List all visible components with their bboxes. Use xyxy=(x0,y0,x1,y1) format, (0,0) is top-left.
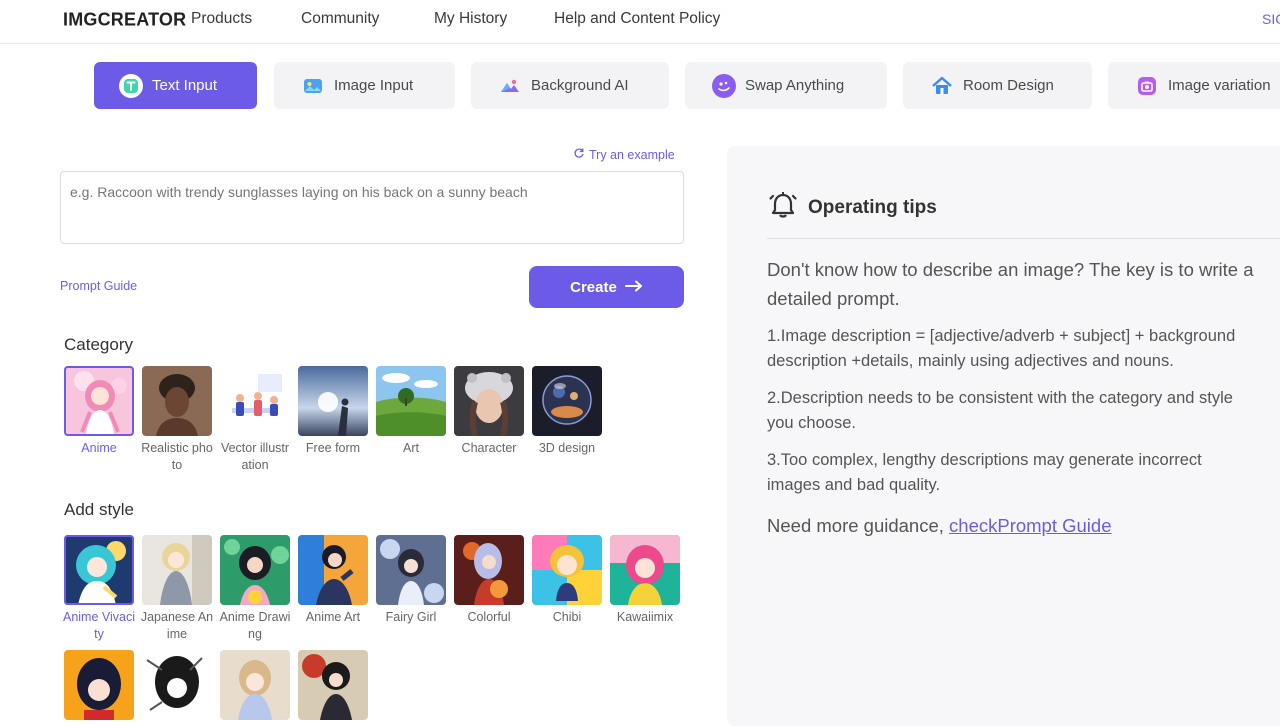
tab-label: Text Input xyxy=(152,77,218,94)
camera-icon xyxy=(1135,74,1159,98)
arrow-right-icon xyxy=(624,279,643,296)
style-thumb[interactable] xyxy=(142,650,212,720)
tip-line: images and bad quality. xyxy=(767,476,941,494)
style-thumb[interactable] xyxy=(298,650,368,720)
style-label: Anime Drawing xyxy=(219,610,291,641)
prompt-input[interactable] xyxy=(60,171,684,244)
create-button[interactable]: Create xyxy=(529,266,684,308)
tips-intro-line: detailed prompt. xyxy=(767,288,900,309)
nav-my-history[interactable]: My History xyxy=(434,10,507,28)
tab-image-variation[interactable]: Image variation xyxy=(1108,62,1280,109)
category-label: Art xyxy=(403,441,419,455)
style-label: Anime Vivacity xyxy=(62,610,136,641)
check-prompt-guide-link[interactable]: checkPrompt Guide xyxy=(949,515,1111,536)
more-guidance-text: Need more guidance, xyxy=(767,515,950,536)
tab-label: Background AI xyxy=(531,77,629,94)
style-anime-drawing-thumb[interactable] xyxy=(220,535,290,605)
style-thumb[interactable] xyxy=(64,650,134,720)
tip-1: 1.Image description = [adjective/adverb … xyxy=(767,324,1235,374)
style-label: Fairy Girl xyxy=(385,610,437,624)
category-label: 3D design xyxy=(538,441,596,455)
category-art-thumb[interactable] xyxy=(376,366,446,436)
tips-intro-line: Don't know how to describe an image? The… xyxy=(767,259,1254,280)
nav-help-policy[interactable]: Help and Content Policy xyxy=(554,10,720,28)
tab-image-input[interactable]: Image Input xyxy=(274,62,455,109)
tip-line: 2.Description needs to be consistent wit… xyxy=(767,389,1233,407)
more-guidance: Need more guidance, checkPrompt Guide xyxy=(767,511,1112,540)
top-nav: IMGCREATOR Products Community My History… xyxy=(0,0,1280,44)
swap-icon xyxy=(712,73,736,98)
tab-label: Room Design xyxy=(963,77,1054,94)
divider xyxy=(767,238,1280,239)
category-title: Category xyxy=(64,335,133,354)
style-chibi-thumb[interactable] xyxy=(532,535,602,605)
style-colorful-thumb[interactable] xyxy=(454,535,524,605)
tip-2: 2.Description needs to be consistent wit… xyxy=(767,386,1233,436)
category-character-thumb[interactable] xyxy=(454,366,524,436)
style-label: Chibi xyxy=(552,610,582,624)
category-anime-thumb[interactable] xyxy=(64,366,134,436)
try-example-label: Try an example xyxy=(589,147,675,162)
tab-label: Swap Anything xyxy=(745,77,845,94)
style-label: Anime Art xyxy=(305,610,361,624)
style-label: Kawaiimix xyxy=(616,610,674,624)
tab-room-design[interactable]: Room Design xyxy=(903,62,1092,109)
house-icon xyxy=(930,74,954,98)
tip-line: 1.Image description = [adjective/adverb … xyxy=(767,327,1236,345)
style-anime-art-thumb[interactable] xyxy=(298,535,368,605)
tab-text-input[interactable]: Text Input xyxy=(94,62,257,109)
category-freeform-thumb[interactable] xyxy=(298,366,368,436)
prompt-guide-link[interactable]: Prompt Guide xyxy=(60,279,137,293)
style-anime-vivacity-thumb[interactable] xyxy=(64,535,134,605)
sign-in-link[interactable]: SIGN IN xyxy=(1262,11,1280,27)
logo[interactable]: IMGCREATOR xyxy=(63,8,186,30)
alarm-bell-icon xyxy=(768,190,798,225)
style-kawaiimix-thumb[interactable] xyxy=(610,535,680,605)
tips-panel xyxy=(727,146,1280,726)
category-label: Vector illustration xyxy=(220,441,290,472)
try-example-link[interactable]: Try an example xyxy=(573,147,675,162)
style-label: Colorful xyxy=(467,610,511,624)
category-label: Anime xyxy=(81,441,117,455)
style-label: Japanese Anime xyxy=(140,610,214,641)
tab-background-ai[interactable]: Background AI xyxy=(471,62,669,109)
tip-line: 3.Too complex, lengthy descriptions may … xyxy=(767,451,1202,469)
tips-intro: Don't know how to describe an image? The… xyxy=(767,255,1254,313)
category-realistic-thumb[interactable] xyxy=(142,366,212,436)
tab-swap-anything[interactable]: Swap Anything xyxy=(685,62,887,109)
refresh-icon xyxy=(573,147,585,162)
image-icon xyxy=(301,74,325,98)
nav-community[interactable]: Community xyxy=(301,10,379,28)
tips-title: Operating tips xyxy=(808,196,937,218)
category-label: Realistic photo xyxy=(141,441,213,472)
style-japanese-anime-thumb[interactable] xyxy=(142,535,212,605)
style-thumb[interactable] xyxy=(220,650,290,720)
create-label: Create xyxy=(570,278,617,296)
category-label: Character xyxy=(461,441,517,455)
tips-header: Operating tips xyxy=(768,190,937,225)
background-icon xyxy=(498,74,522,98)
tab-label: Image variation xyxy=(1168,77,1271,94)
text-icon xyxy=(119,73,143,98)
tip-3: 3.Too complex, lengthy descriptions may … xyxy=(767,448,1202,498)
style-fairy-girl-thumb[interactable] xyxy=(376,535,446,605)
style-title: Add style xyxy=(64,500,134,519)
category-vector-thumb[interactable] xyxy=(220,366,290,436)
nav-products[interactable]: Products xyxy=(191,10,252,28)
tip-line: description +details, mainly using adjec… xyxy=(767,352,1174,370)
category-3d-design-thumb[interactable] xyxy=(532,366,602,436)
tab-label: Image Input xyxy=(334,77,414,94)
tip-line: you choose. xyxy=(767,414,856,432)
category-label: Free form xyxy=(305,441,361,455)
